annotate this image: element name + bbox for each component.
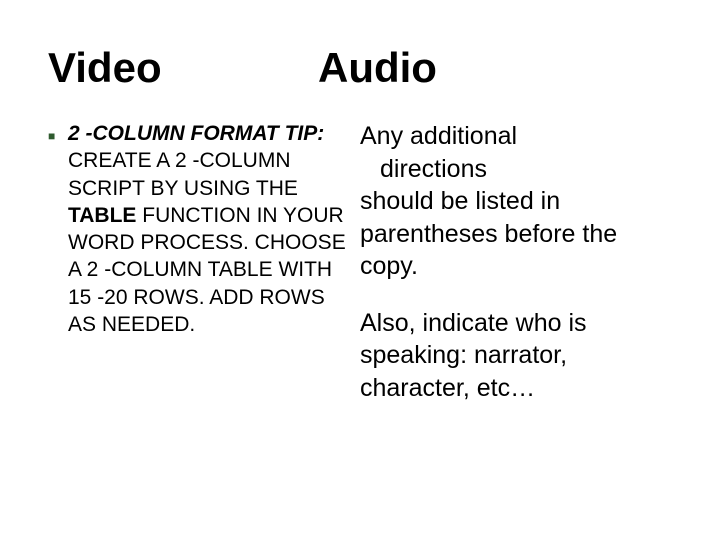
tip-body-bold: TABLE (68, 204, 136, 227)
tip-lead: 2 -COLUMN FORMAT TIP: (68, 122, 324, 145)
p1-line1: Any additional (360, 122, 517, 150)
p1-rest: should be listed in parentheses before t… (360, 187, 617, 280)
column-video: ■ 2 -COLUMN FORMAT TIP: CREATE A 2 -COLU… (48, 120, 348, 404)
video-body: 2 -COLUMN FORMAT TIP: CREATE A 2 -COLUMN… (68, 120, 348, 404)
slide: Video Audio ■ 2 -COLUMN FORMAT TIP: CREA… (0, 0, 720, 540)
p1-line2: directions (360, 153, 487, 186)
column-audio: Any additional directions should be list… (360, 120, 672, 404)
heading-audio: Audio (318, 44, 672, 92)
headings-row: Video Audio (48, 44, 672, 92)
audio-paragraph-1: Any additional directions should be list… (360, 120, 672, 283)
audio-paragraph-2: Also, indicate who is speaking: narrator… (360, 307, 672, 405)
columns: ■ 2 -COLUMN FORMAT TIP: CREATE A 2 -COLU… (48, 120, 672, 404)
bullet-icon: ■ (48, 120, 68, 404)
tip-body-pre: CREATE A 2 -COLUMN SCRIPT BY USING THE (68, 149, 298, 199)
heading-video: Video (48, 44, 318, 92)
